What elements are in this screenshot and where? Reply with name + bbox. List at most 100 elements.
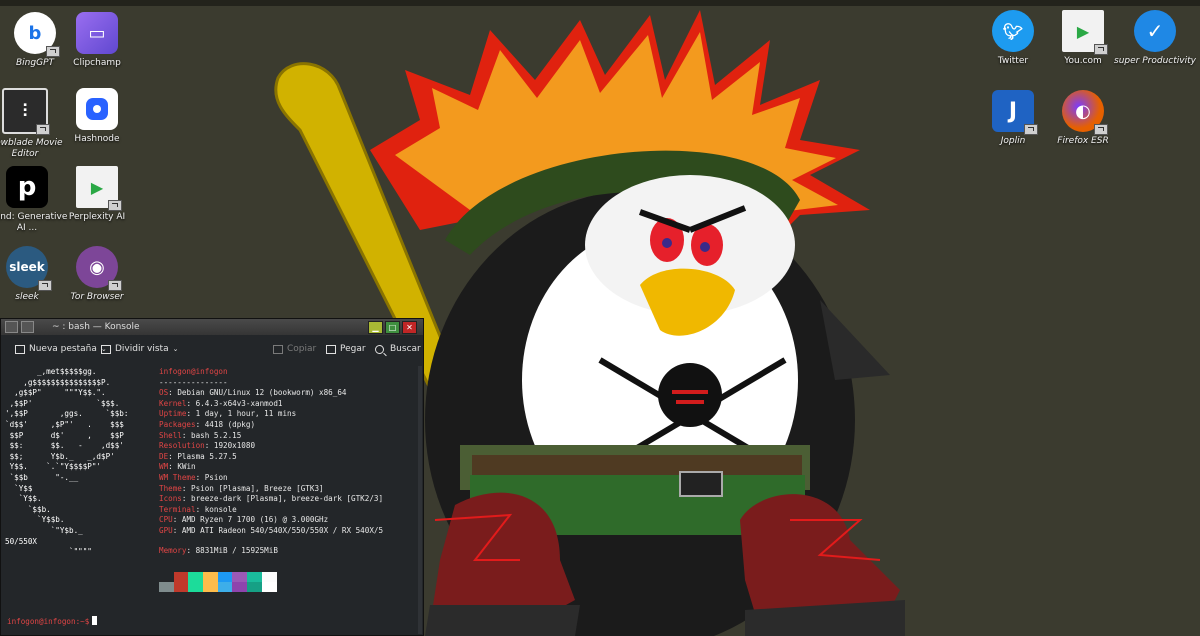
tor-icon: ◉ [76, 246, 122, 291]
logo-line: $$; Y$b._ _,d$P' [5, 451, 115, 461]
palette-swatch [232, 582, 248, 592]
terminal-output[interactable]: _,met$$$$$gg. ,g$$$$$$$$$$$$$$$P. ,g$$P"… [1, 366, 423, 636]
logo-line: _,met$$$$$gg. [5, 367, 97, 376]
logo-line: `d$$' ,$P"' . $$$ [5, 420, 124, 429]
pin-icon[interactable] [21, 321, 34, 333]
info-line: CPU: AMD Ryzen 7 1700 (16) @ 3.000GHz [159, 515, 329, 525]
copy-label: Copiar [287, 344, 317, 354]
logo-line: $$: $$. - ,d$$' [5, 441, 124, 451]
palette-swatch [173, 582, 189, 592]
search-icon [375, 344, 384, 354]
palette-swatch [203, 582, 218, 592]
logo-line: Y$$. `.`"Y$$$$P"' [5, 462, 102, 472]
shortcut-badge-icon [1094, 44, 1108, 55]
palette-swatch [261, 572, 277, 582]
logo-line: 50/550X [5, 536, 38, 546]
konsole-window[interactable]: ~ : bash — Konsole ▁ □ ✕ Nueva pestaña ⌄… [0, 318, 424, 636]
user-host: infogon@infogon [159, 367, 228, 376]
bing-icon: b [14, 12, 60, 57]
palette-swatch [217, 572, 233, 582]
palette-swatch [173, 572, 189, 582]
chevron-down-icon: ⌄ [172, 345, 179, 353]
palette-swatch [261, 582, 277, 592]
shortcut-badge-icon [108, 280, 122, 291]
info-line-memory: Memory: 8831MiB / 15925MiB [159, 546, 278, 555]
palette-swatch [247, 572, 262, 582]
logo-line: ',$$P ,ggs. `$$b: [5, 409, 129, 419]
desktop-icon-tor-browser[interactable]: ◉ Tor Browser [54, 246, 140, 303]
desktop-icon-hashnode[interactable]: Hashnode [54, 88, 140, 145]
paste-label: Pegar [340, 344, 366, 354]
info-line: Packages: 4418 (dpkg) [159, 420, 256, 429]
shortcut-badge-icon [38, 280, 52, 291]
youcom-icon: ▶ [1062, 10, 1108, 55]
search-button[interactable]: Buscar [375, 344, 421, 354]
paste-icon [326, 344, 336, 354]
desktop-icon-label: Perplexity AI [68, 212, 126, 222]
palette-swatch [247, 582, 262, 592]
shortcut-badge-icon [36, 124, 50, 135]
info-line: Theme: Psion [Plasma], Breeze [GTK3] [159, 483, 324, 493]
palette-swatch [159, 582, 174, 592]
color-palette [159, 572, 277, 592]
info-line: Terminal: konsole [159, 504, 237, 514]
logo-line: $$P d$' , $$P [5, 430, 124, 440]
maximize-button[interactable]: □ [385, 321, 400, 334]
palette-swatch [188, 572, 204, 582]
info-line: Resolution: 1920x1080 [159, 441, 256, 451]
logo-line: ,g$$P" """Y$$.". [5, 388, 106, 398]
konsole-toolbar: Nueva pestaña ⌄ Dividir vista ⌄ Copiar P… [1, 335, 423, 365]
desktop-icon-perplexity[interactable]: ▶ Perplexity AI [54, 166, 140, 223]
twitter-icon: 🐦︎ [992, 10, 1034, 52]
logo-line: `Y$$. [5, 494, 42, 504]
desktop-icon-label: Hashnode [74, 134, 120, 144]
desktop-icon-label: super Productivity [1114, 56, 1196, 66]
shortcut-badge-icon [108, 200, 122, 211]
new-tab-label: Nueva pestaña [29, 344, 97, 354]
shell-prompt[interactable]: infogon@infogon:~$ [7, 616, 98, 628]
new-tab-button[interactable]: Nueva pestaña ⌄ [15, 344, 107, 354]
copy-button[interactable]: Copiar [273, 344, 316, 354]
paste-button[interactable]: Pegar [326, 344, 366, 354]
info-line: Icons: breeze-dark [Plasma], breeze-dark… [159, 494, 384, 504]
copy-icon [273, 344, 283, 354]
desktop-icon-clipchamp[interactable]: ▭ Clipchamp [54, 12, 140, 69]
minimize-button[interactable]: ▁ [368, 321, 383, 334]
window-titlebar[interactable]: ~ : bash — Konsole ▁ □ ✕ [1, 319, 423, 335]
split-view-button[interactable]: Dividir vista ⌄ [101, 344, 178, 354]
clipchamp-icon: ▭ [76, 12, 118, 54]
logo-line: ,$$P' `$$$. [5, 398, 120, 408]
separator-line: --------------- [159, 377, 228, 387]
perplexity-icon: ▶ [76, 166, 122, 211]
split-view-label: Dividir vista [115, 344, 169, 354]
split-view-icon [101, 344, 111, 354]
search-label: Buscar [390, 344, 421, 354]
close-button[interactable]: ✕ [402, 321, 417, 334]
info-line: Uptime: 1 day, 1 hour, 11 mins [159, 409, 297, 419]
desktop-icon-super-productivity[interactable]: ✓ super Productivity [1112, 10, 1198, 67]
window-menu-icon[interactable] [5, 321, 18, 333]
palette-swatch [159, 572, 174, 582]
info-line: OS: Debian GNU/Linux 12 (bookworm) x86_6… [159, 388, 347, 398]
logo-line: `$$b "-.__ [5, 473, 79, 482]
logo-line: `$$b. [5, 504, 51, 514]
shortcut-badge-icon [1094, 124, 1108, 135]
shortcut-badge-icon [1024, 124, 1038, 135]
desktop-icon-label: Tor Browser [70, 292, 124, 302]
info-line: WM Theme: Psion [159, 473, 228, 482]
joplin-icon: J [992, 90, 1038, 135]
hashnode-icon [76, 88, 118, 130]
info-line: Shell: bash 5.2.15 [159, 430, 242, 440]
new-tab-icon [15, 344, 25, 354]
logo-line: `"Y$b._ [5, 526, 83, 535]
info-line: Kernel: 6.4.3-x64v3-xanmod1 [159, 398, 283, 408]
info-line: GPU: AMD ATI Radeon 540/540X/550/550X / … [159, 526, 384, 535]
window-title: ~ : bash — Konsole [52, 322, 140, 332]
firefox-icon: ◐ [1062, 90, 1108, 135]
palette-swatch [203, 572, 218, 582]
scrollbar[interactable] [418, 366, 422, 634]
desktop-icon-label: Firefox ESR [1057, 136, 1109, 146]
palette-swatch [217, 582, 233, 592]
desktop-icon-firefox-esr[interactable]: ◐ Firefox ESR [1040, 90, 1126, 147]
sleek-icon: sleek [6, 246, 52, 291]
